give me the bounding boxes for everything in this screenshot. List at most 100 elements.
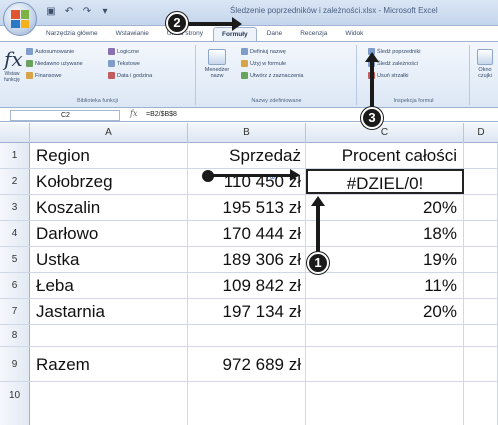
office-button[interactable] (3, 2, 37, 36)
cell-a10[interactable] (30, 382, 188, 425)
tab-insert[interactable]: Wstawianie (108, 27, 157, 41)
cell-c9[interactable] (306, 347, 464, 381)
formula-input[interactable]: =B2/$B$8 (146, 111, 177, 118)
cell-b10[interactable] (188, 382, 306, 425)
cell-b7[interactable]: 197 134 zł (188, 299, 306, 324)
customize-icon[interactable]: ▾ (98, 5, 112, 19)
cell-b3[interactable]: 195 513 zł (188, 195, 306, 220)
fx-icon[interactable]: fx (130, 109, 137, 118)
tag-icon (241, 48, 248, 55)
row-header[interactable]: 6 (0, 273, 30, 298)
formula-bar: C2 fx =B2/$B$8 (0, 109, 498, 122)
financial-functions-button[interactable]: Finansowe (26, 72, 62, 79)
date-time-functions-button[interactable]: Data i godzina (108, 72, 152, 79)
insert-function-icon[interactable]: fx (4, 47, 23, 71)
cell-a4[interactable]: Darłowo (30, 221, 188, 246)
cell-a1[interactable]: Region (30, 143, 188, 168)
column-headers: A B C D (0, 123, 498, 143)
column-header-c[interactable]: C (306, 123, 464, 143)
use-in-formula-button[interactable]: Użyj w formule (241, 60, 286, 67)
row-header[interactable]: 5 (0, 247, 30, 272)
coins-icon (26, 72, 33, 79)
column-header-a[interactable]: A (30, 123, 188, 143)
question-icon (108, 48, 115, 55)
cell-d1[interactable] (464, 143, 498, 168)
precedent-arrow-head (290, 169, 300, 181)
logical-functions-button[interactable]: Logiczne (108, 48, 139, 55)
quick-access-toolbar: ▣ ↶ ↷ ▾ (44, 5, 112, 19)
cell-c10[interactable] (306, 382, 464, 425)
row-header[interactable]: 4 (0, 221, 30, 246)
tab-review[interactable]: Recenzja (292, 27, 335, 41)
save-icon[interactable]: ▣ (44, 5, 58, 19)
row-header[interactable]: 2 (0, 169, 30, 194)
select-all-corner[interactable] (0, 123, 30, 143)
cell-d10[interactable] (464, 382, 498, 425)
table-row: 8 (0, 325, 498, 347)
cell-b5[interactable]: 189 306 zł (188, 247, 306, 272)
title-bar: ▣ ↶ ↷ ▾ Śledzenie poprzedników i zależno… (0, 0, 498, 36)
cell-b6[interactable]: 109 842 zł (188, 273, 306, 298)
callout-arrow-3 (370, 60, 374, 108)
text-functions-button[interactable]: Tekstowe (108, 60, 140, 67)
row-header[interactable]: 10 (0, 382, 30, 425)
cell-d8[interactable] (464, 325, 498, 346)
cell-a9[interactable]: Razem (30, 347, 188, 381)
cell-c8[interactable] (306, 325, 464, 346)
cell-a6[interactable]: Łeba (30, 273, 188, 298)
remove-arrows-button[interactable]: Usuń strzałki (368, 72, 408, 79)
cell-d2[interactable] (464, 169, 498, 194)
table-row: 2 Kołobrzeg 110 450 zł #DZIEL/0! (0, 169, 498, 195)
office-logo-icon (11, 10, 29, 28)
insert-function-button[interactable]: Wstaw funkcję (2, 71, 22, 83)
autosum-button[interactable]: Autosumowanie (26, 48, 74, 55)
cell-d4[interactable] (464, 221, 498, 246)
cell-c7[interactable]: 20% (306, 299, 464, 324)
tab-home[interactable]: Narzędzia główne (38, 27, 106, 41)
name-box[interactable]: C2 (10, 110, 120, 121)
row-header[interactable]: 7 (0, 299, 30, 324)
cell-a2[interactable]: Kołobrzeg (30, 169, 188, 194)
cell-a5[interactable]: Ustka (30, 247, 188, 272)
window-title: Śledzenie poprzedników i zależności.xlsx… (230, 6, 438, 15)
define-name-button[interactable]: Definiuj nazwę (241, 48, 286, 55)
cell-c6[interactable]: 11% (306, 273, 464, 298)
table-row: 9 Razem 972 689 zł (0, 347, 498, 382)
cell-d7[interactable] (464, 299, 498, 324)
cell-c1[interactable]: Procent całości (306, 143, 464, 168)
cell-d9[interactable] (464, 347, 498, 381)
cell-c4[interactable]: 18% (306, 221, 464, 246)
row-header[interactable]: 3 (0, 195, 30, 220)
formula-icon (241, 60, 248, 67)
cell-a7[interactable]: Jastarnia (30, 299, 188, 324)
cell-b8[interactable] (188, 325, 306, 346)
cell-b4[interactable]: 170 444 zł (188, 221, 306, 246)
cell-c3[interactable]: 20% (306, 195, 464, 220)
tab-view[interactable]: Widok (337, 27, 371, 41)
column-header-b[interactable]: B (188, 123, 306, 143)
tab-data[interactable]: Dane (259, 27, 291, 41)
row-header[interactable]: 8 (0, 325, 30, 346)
watch-window-button[interactable]: Okno czujki (473, 49, 497, 79)
undo-icon[interactable]: ↶ (62, 5, 76, 19)
ribbon-tabs: Narzędzia główne Wstawianie Układ strony… (38, 27, 371, 42)
cell-b9[interactable]: 972 689 zł (188, 347, 306, 381)
cell-d3[interactable] (464, 195, 498, 220)
row-header[interactable]: 1 (0, 143, 30, 168)
cell-a3[interactable]: Koszalin (30, 195, 188, 220)
cell-a8[interactable] (30, 325, 188, 346)
redo-icon[interactable]: ↷ (80, 5, 94, 19)
cell-c2[interactable]: #DZIEL/0! (306, 169, 464, 194)
cell-d5[interactable] (464, 247, 498, 272)
cell-b1[interactable]: Sprzedaż (188, 143, 306, 168)
row-header[interactable]: 9 (0, 347, 30, 381)
precedent-arrow (210, 174, 292, 177)
name-manager-button[interactable]: Menedżer nazw (203, 49, 231, 79)
column-header-d[interactable]: D (464, 123, 498, 143)
cell-d6[interactable] (464, 273, 498, 298)
cell-c5[interactable]: 19% (306, 247, 464, 272)
callout-arrow-head-1 (311, 196, 325, 206)
create-from-selection-button[interactable]: Utwórz z zaznaczenia (241, 72, 304, 79)
recent-functions-button[interactable]: Niedawno używane (26, 60, 83, 67)
table-row: 5 Ustka 189 306 zł 19% (0, 247, 498, 273)
